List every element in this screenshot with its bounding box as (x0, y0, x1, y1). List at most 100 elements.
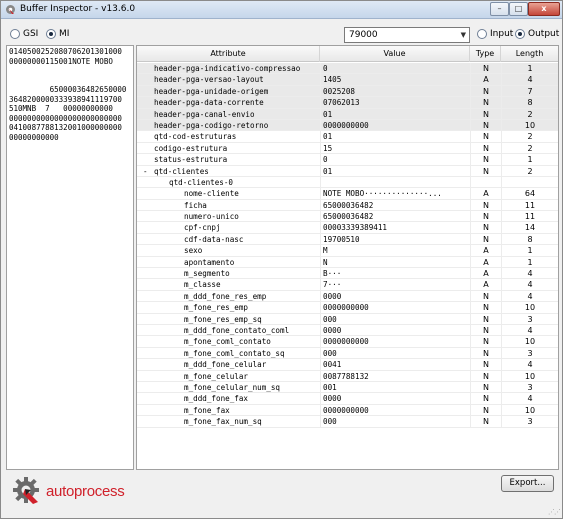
radio-mi[interactable]: MI (46, 29, 69, 39)
cell-length: 1 (501, 154, 558, 165)
cell-type: N (470, 324, 501, 336)
chevron-down-icon[interactable]: ▼ (461, 28, 466, 42)
cell-type: N (470, 165, 501, 176)
table-row[interactable]: nome-cliente NOTE MOBO··············... A 6… (137, 188, 558, 200)
cell-value (320, 176, 470, 188)
table-row[interactable]: m_fone_coml_contato_sq 000 N 3 (137, 347, 558, 360)
table-row[interactable]: - qtd-clientes 01 N 2 (137, 165, 558, 177)
cell-value: 0000 (320, 290, 470, 302)
cell-attribute: header-pga-codigo-retorno (154, 120, 269, 130)
raw-buffer-text[interactable]: 0140500252080706201301000 00000000115001… (6, 45, 134, 470)
table-row[interactable]: m_fone_coml_contato 0000000000 N 10 (137, 336, 558, 348)
cell-attribute: m_ddd_fone_res_emp (184, 291, 267, 301)
radio-input[interactable]: Input (477, 29, 513, 39)
cell-length: 2 (501, 142, 558, 154)
radio-mi-indicator[interactable] (46, 29, 56, 39)
cell-type: N (470, 142, 501, 154)
table-row[interactable]: apontamento N A 1 (137, 256, 558, 269)
table-row[interactable]: qtd-clientes-0 (137, 176, 558, 189)
cell-length: 3 (501, 381, 558, 393)
radio-output-indicator[interactable] (515, 29, 525, 39)
radio-input-indicator[interactable] (477, 29, 487, 39)
attribute-grid[interactable]: Attribute Value Type Length header-pga-i… (136, 45, 559, 470)
column-header-type[interactable]: Type (470, 46, 501, 62)
table-row[interactable]: m_fone_fax_num_sq 000 N 3 (137, 416, 558, 428)
cell-length: 10 (501, 404, 558, 416)
table-row[interactable]: m_ddd_fone_celular 0041 N 4 (137, 359, 558, 371)
table-row[interactable]: m_ddd_fone_fax 0000 N 4 (137, 393, 558, 405)
cell-length: 4 (501, 393, 558, 404)
cell-length: 4 (501, 268, 558, 279)
cell-type: A (470, 279, 501, 290)
cell-attribute: status-estrutura (154, 155, 228, 165)
table-row[interactable]: ficha 65000036482 N 11 (137, 199, 558, 212)
cell-value: 0 (320, 154, 470, 165)
table-row[interactable]: header-pga-unidade-origem 0025208 N 7 (137, 85, 558, 98)
table-row[interactable]: codigo-estrutura 15 N 2 (137, 142, 558, 155)
cell-type: N (470, 359, 501, 370)
cell-type: N (470, 381, 501, 393)
table-row[interactable]: header-pga-canal-envio 01 N 2 (137, 108, 558, 120)
minimize-button[interactable]: – (490, 2, 509, 16)
cell-attribute: header-pga-indicativo-compressao (154, 64, 301, 73)
brand-name: autoprocess (46, 482, 125, 500)
table-row[interactable]: m_fone_res_emp_sq 000 N 3 (137, 313, 558, 325)
cell-type: N (470, 63, 501, 74)
table-row[interactable]: header-pga-data-corrente 07062013 N 8 (137, 97, 558, 109)
column-header-value[interactable]: Value (320, 46, 470, 62)
cell-length: 3 (501, 313, 558, 324)
table-row[interactable]: m_ddd_fone_contato_coml 0000 N 4 (137, 324, 558, 337)
table-row[interactable]: m_classe 7··· A 4 (137, 279, 558, 291)
cell-type: N (470, 393, 501, 404)
table-row[interactable]: qtd-cod-estruturas 01 N 2 (137, 131, 558, 143)
table-row[interactable]: cpf-cnpj 00003339389411 N 14 (137, 222, 558, 234)
table-row[interactable]: header-pga-versao-layout 1405 A 4 (137, 74, 558, 86)
table-row[interactable]: m_fone_fax 0000000000 N 10 (137, 404, 558, 417)
cell-type: N (470, 85, 501, 97)
transaction-select-value: 79000 (349, 30, 378, 40)
table-row[interactable]: m_fone_celular_num_sq 001 N 3 (137, 381, 558, 394)
cell-attribute: numero-unico (184, 212, 239, 222)
column-header-attribute[interactable]: Attribute (137, 46, 320, 62)
resize-grip-icon[interactable]: ⋰⋰ (548, 508, 561, 516)
radio-gsi-indicator[interactable] (10, 29, 20, 39)
cell-attribute: cpf-cnpj (184, 223, 221, 233)
table-row[interactable]: numero-unico 65000036482 N 11 (137, 211, 558, 223)
title-bar: Buffer Inspector - v13.6.0 – □ x (1, 1, 562, 19)
cell-attribute: header-pga-canal-envio (154, 109, 255, 119)
column-header-length[interactable]: Length (501, 46, 558, 62)
cell-attribute: m_segmento (184, 269, 230, 279)
radio-output[interactable]: Output (515, 29, 559, 39)
cell-attribute: m_classe (184, 280, 221, 290)
cell-length: 4 (501, 324, 558, 336)
cell-type: A (470, 245, 501, 256)
cell-value: 01 (320, 108, 470, 119)
collapse-icon[interactable]: - (143, 166, 154, 176)
cell-attribute: apontamento (184, 257, 235, 267)
cell-value: 0000 (320, 324, 470, 336)
cell-value: 01 (320, 131, 470, 142)
cell-value: 0000000000 (320, 336, 470, 347)
cell-length: 10 (501, 302, 558, 313)
cell-value: NOTE MOBO··············... (320, 188, 470, 199)
cell-type: A (470, 268, 501, 279)
close-button[interactable]: x (528, 2, 560, 16)
cell-value: 000 (320, 347, 470, 359)
cell-value: 1405 (320, 74, 470, 85)
export-button[interactable]: Export... (501, 475, 554, 492)
table-row[interactable]: m_fone_celular 0087788132 N 10 (137, 370, 558, 382)
transaction-select[interactable]: 79000 ▼ (344, 27, 470, 43)
table-row[interactable]: header-pga-indicativo-compressao 0 N 1 (137, 63, 558, 75)
radio-gsi[interactable]: GSI (10, 29, 38, 39)
table-row[interactable]: sexo M A 1 (137, 245, 558, 257)
table-row[interactable]: header-pga-codigo-retorno 0000000000 N 10 (137, 119, 558, 132)
cell-length: 4 (501, 290, 558, 302)
table-row[interactable]: cdf-data-nasc 19700510 N 8 (137, 233, 558, 246)
table-row[interactable]: m_ddd_fone_res_emp 0000 N 4 (137, 290, 558, 303)
maximize-button[interactable]: □ (509, 2, 528, 16)
table-row[interactable]: m_fone_res_emp 0000000000 N 10 (137, 302, 558, 314)
table-row[interactable]: m_segmento B··· A 4 (137, 268, 558, 280)
cell-length: 64 (501, 188, 558, 199)
table-row[interactable]: status-estrutura 0 N 1 (137, 154, 558, 166)
cell-type: A (470, 74, 501, 85)
